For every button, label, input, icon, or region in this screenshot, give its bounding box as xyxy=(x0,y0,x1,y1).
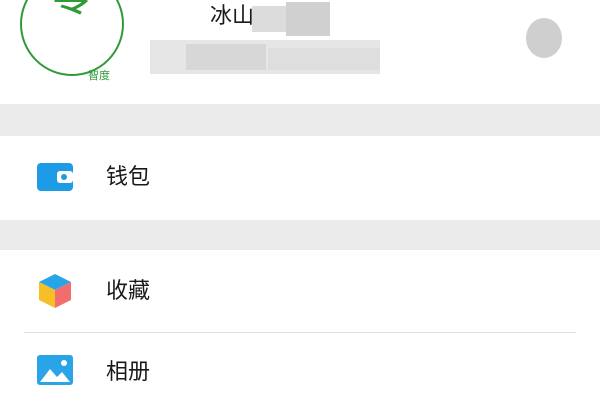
menu-item-label: 收藏 xyxy=(106,279,151,304)
redacted-account-id-blur xyxy=(186,44,266,70)
avatar-logo-text: 零 xyxy=(46,0,96,18)
section-gap xyxy=(0,104,600,136)
wallet-icon xyxy=(37,163,73,191)
menu-item-label: 钱包 xyxy=(106,165,151,190)
me-screen: 零 智度 冰山 钱包 收藏 xyxy=(0,0,600,400)
redacted-name-blur xyxy=(286,2,330,36)
menu-item-wallet[interactable]: 钱包 xyxy=(0,136,600,220)
favorites-cube-icon xyxy=(39,274,71,308)
qr-code-icon[interactable] xyxy=(526,18,562,58)
profile-header[interactable]: 零 智度 冰山 xyxy=(0,0,600,104)
menu-item-favorites[interactable]: 收藏 xyxy=(0,250,600,332)
user-name: 冰山 xyxy=(210,4,255,29)
menu-item-label: 相册 xyxy=(106,360,151,385)
menu-item-album[interactable]: 相册 xyxy=(0,333,600,400)
redacted-account-id-blur xyxy=(268,48,380,70)
photo-album-icon xyxy=(37,355,73,385)
redacted-name-blur xyxy=(252,6,286,32)
section-gap xyxy=(0,220,600,250)
avatar-logo-caption: 智度 xyxy=(88,69,110,82)
avatar[interactable]: 零 xyxy=(20,0,124,76)
